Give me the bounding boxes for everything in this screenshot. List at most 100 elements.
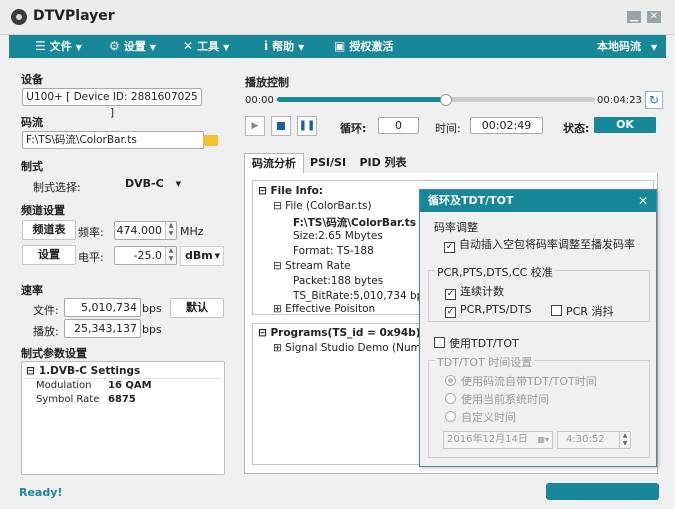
pcr-jitter-checkbox[interactable]: PCR 消抖 bbox=[551, 303, 613, 319]
checkbox-empty-icon bbox=[551, 305, 562, 316]
dialog-close-icon[interactable]: ✕ bbox=[638, 190, 648, 212]
tree-node-file-info[interactable]: ⊟ File Info: bbox=[258, 185, 323, 197]
chevron-down-icon: ▼ bbox=[75, 43, 82, 52]
time-field: 00:02:49 bbox=[470, 117, 543, 134]
radio-icon bbox=[445, 411, 456, 422]
menu-activate[interactable]: ▣ 授权激活 bbox=[334, 35, 393, 58]
stop-icon bbox=[277, 122, 285, 130]
play-icon: ▶ bbox=[251, 121, 259, 131]
menu-help[interactable]: ⅰ 帮助 ▼ bbox=[264, 35, 304, 58]
stream-path-field[interactable]: F:\TS\码流\ColorBar.ts bbox=[22, 131, 204, 149]
settings-button[interactable]: 设置 bbox=[22, 245, 76, 265]
freq-input[interactable]: 474.000 ▲ ▼ bbox=[114, 221, 177, 240]
level-label: 电平: bbox=[78, 251, 104, 264]
device-id-field: U100+ [ Device ID: 2881607025 ] bbox=[22, 88, 202, 119]
tree-node-packet[interactable]: Packet:188 bytes bbox=[293, 275, 383, 287]
tools-icon: ✕ bbox=[183, 39, 194, 53]
tree-node-programs[interactable]: ⊟ Programs(TS_id = 0x94b) bbox=[258, 327, 421, 339]
stop-button[interactable] bbox=[271, 116, 291, 136]
menu-file[interactable]: ☰ 文件 ▼ bbox=[35, 35, 82, 58]
level-stepper[interactable]: ▲ ▼ bbox=[165, 247, 176, 264]
date-picker[interactable]: 2016年12月14日 ▦▾ bbox=[443, 431, 553, 449]
tree-node-stream-rate[interactable]: ⊟ Stream Rate bbox=[273, 260, 351, 272]
option-custom-time[interactable]: 自定义时间 bbox=[445, 409, 516, 425]
tab-stream-analysis[interactable]: 码流分析 bbox=[244, 153, 304, 173]
status-progress-bar bbox=[546, 483, 659, 500]
pause-button[interactable]: ❚❚ bbox=[297, 116, 317, 136]
channel-settings-heading: 频道设置 bbox=[21, 204, 65, 217]
system-select[interactable]: DVB-C ▼ bbox=[113, 175, 183, 193]
system-heading: 制式 bbox=[21, 160, 43, 173]
continuous-count-checkbox[interactable]: ✓ 连续计数 bbox=[445, 283, 504, 300]
params-group-row[interactable]: ⊟ 1.DVB-C Settings bbox=[24, 364, 221, 379]
time-label: 时间: bbox=[435, 122, 461, 135]
local-stream-dropdown[interactable]: 本地码流 ▼ bbox=[597, 35, 657, 58]
tree-node-program[interactable]: ⊞ Signal Studio Demo (Num=1 bbox=[273, 342, 436, 354]
system-select-label: 制式选择: bbox=[33, 181, 81, 194]
menu-tools[interactable]: ✕ 工具 ▼ bbox=[183, 35, 229, 58]
pause-icon: ❚❚ bbox=[298, 120, 316, 131]
close-button[interactable]: ✕ bbox=[647, 11, 661, 23]
level-input[interactable]: -25.0 ▲ ▼ bbox=[114, 246, 177, 265]
play-rate-field[interactable]: 25,343,137 bbox=[64, 319, 141, 338]
freq-stepper[interactable]: ▲ ▼ bbox=[165, 222, 176, 239]
loop-tdt-dialog: 循环及TDT/TOT ✕ 码率调整 ✓ 自动插入空包将码率调整至播发码率 PCR,… bbox=[419, 189, 657, 467]
stream-heading: 码流 bbox=[21, 116, 43, 129]
time-picker[interactable]: 4:30:52 ▲ ▼ bbox=[557, 431, 631, 449]
chevron-down-icon: ▼ bbox=[298, 43, 305, 52]
channel-table-button[interactable]: 频道表 bbox=[22, 220, 76, 240]
play-control-heading: 播放控制 bbox=[245, 76, 289, 89]
menu-settings[interactable]: ⚙ 设置 ▼ bbox=[109, 35, 156, 58]
option-system-time[interactable]: 使用当前系统时间 bbox=[445, 391, 549, 407]
device-heading: 设备 bbox=[21, 73, 43, 86]
tdt-group-title: TDT/TOT 时间设置 bbox=[435, 354, 535, 370]
tab-psi-si[interactable]: PSI/SI bbox=[306, 153, 350, 172]
play-button[interactable]: ▶ bbox=[245, 116, 265, 136]
params-heading: 制式参数设置 bbox=[21, 347, 87, 360]
dialog-header: 循环及TDT/TOT ✕ bbox=[420, 190, 656, 212]
pcr-group: PCR,PTS,DTS,CC 校准 ✓ 连续计数 ✓ PCR,PTS/DTS PCR… bbox=[428, 264, 650, 322]
file-rate-label: 文件: bbox=[33, 304, 59, 317]
tree-node-ts-bitrate[interactable]: TS_BitRate:5,010,734 bps bbox=[293, 290, 429, 302]
progress-slider[interactable] bbox=[277, 94, 595, 106]
tree-node-size[interactable]: Size:2.65 Mbytes bbox=[293, 230, 383, 242]
play-rate-unit: bps bbox=[142, 323, 162, 336]
param-row[interactable]: Symbol Rate 6875 bbox=[36, 393, 221, 406]
tab-strip: 码流分析 PSI/SI PID 列表 bbox=[244, 153, 656, 174]
rate-heading: 速率 bbox=[21, 284, 43, 297]
status-text: Ready! bbox=[19, 486, 63, 499]
window-title: DTVPlayer bbox=[33, 8, 115, 24]
chevron-down-icon: ▼ bbox=[214, 252, 220, 260]
collapse-icon[interactable]: ⊟ bbox=[26, 365, 35, 377]
time-start: 00:00 bbox=[245, 95, 274, 106]
tree-node-effective[interactable]: ⊞ Effective Poisiton bbox=[273, 303, 375, 315]
tree-node-file[interactable]: ⊟ File (ColorBar.ts) bbox=[273, 200, 372, 212]
folder-icon[interactable] bbox=[203, 135, 218, 146]
option-stream-time[interactable]: 使用码流自带TDT/TOT时间 bbox=[445, 373, 597, 389]
chevron-down-icon: ▼ bbox=[149, 43, 156, 52]
level-unit-select[interactable]: dBm ▼ bbox=[180, 246, 224, 266]
loop-field[interactable]: 0 bbox=[378, 117, 419, 134]
tree-node-format[interactable]: Format: TS-188 bbox=[293, 245, 374, 257]
params-grid: ⊟ 1.DVB-C Settings Modulation 16 QAM Symbo… bbox=[21, 361, 225, 475]
minimize-button[interactable]: ▁ bbox=[627, 11, 641, 23]
param-row[interactable]: Modulation 16 QAM bbox=[36, 379, 221, 392]
pcr-pts-dts-checkbox[interactable]: ✓ PCR,PTS/DTS bbox=[445, 303, 532, 318]
tree-node-path[interactable]: F:\TS\码流\ColorBar.ts bbox=[293, 215, 416, 230]
chevron-down-icon: ▼ bbox=[175, 180, 181, 188]
tab-pid-list[interactable]: PID 列表 bbox=[354, 153, 412, 172]
auto-insert-checkbox[interactable]: ✓ 自动插入空包将码率调整至播发码率 bbox=[444, 236, 635, 253]
refresh-icon[interactable]: ↻ bbox=[645, 91, 663, 109]
time-stepper[interactable]: ▲ ▼ bbox=[619, 432, 630, 448]
progress-thumb[interactable] bbox=[439, 94, 452, 106]
progress-fill bbox=[277, 97, 446, 102]
list-icon: ☰ bbox=[35, 39, 46, 53]
radio-icon bbox=[445, 393, 456, 404]
use-tdt-checkbox[interactable]: 使用TDT/TOT bbox=[434, 335, 519, 351]
radio-selected-icon bbox=[445, 375, 456, 386]
default-button[interactable]: 默认 bbox=[170, 298, 224, 318]
loop-label: 循环: bbox=[340, 122, 367, 135]
app-logo-icon bbox=[11, 9, 27, 25]
status-badge: OK bbox=[594, 117, 656, 133]
pcr-group-title: PCR,PTS,DTS,CC 校准 bbox=[435, 264, 555, 280]
